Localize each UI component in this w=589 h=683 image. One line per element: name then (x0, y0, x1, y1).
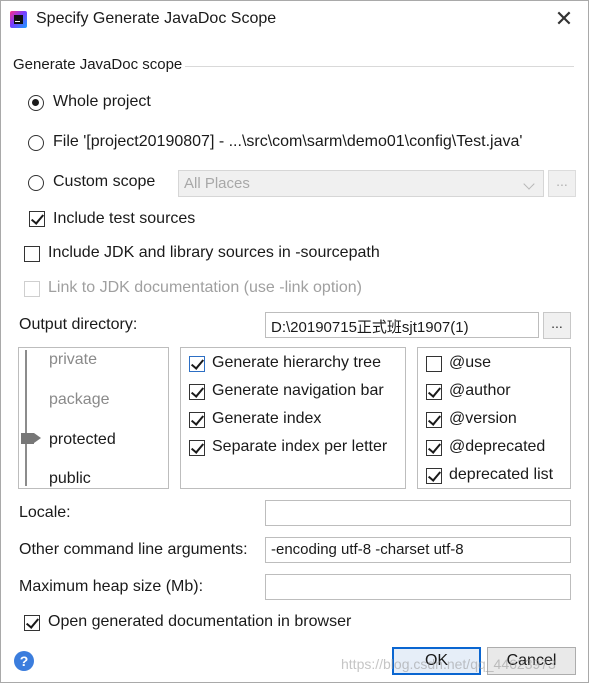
ok-button[interactable]: OK (392, 647, 481, 675)
include-jdk-label[interactable]: Include JDK and library sources in -sour… (48, 244, 380, 262)
include-jdk-checkbox[interactable] (24, 246, 40, 262)
dialog-title: Specify Generate JavaDoc Scope (36, 10, 277, 27)
javadoc-dialog: Specify Generate JavaDoc Scope ✕ Generat… (0, 0, 589, 683)
version-tag-label[interactable]: @version (449, 410, 517, 428)
deprecated-list-label[interactable]: deprecated list (449, 466, 553, 484)
hierarchy-tree-label[interactable]: Generate hierarchy tree (212, 354, 381, 372)
author-tag-label[interactable]: @author (449, 382, 511, 400)
deprecated-tag-checkbox[interactable] (426, 440, 442, 456)
file-radio[interactable] (28, 135, 44, 151)
intellij-app-icon (10, 11, 27, 28)
other-args-input[interactable]: -encoding utf-8 -charset utf-8 (265, 537, 571, 563)
other-args-label: Other command line arguments: (19, 541, 248, 558)
navigation-bar-checkbox[interactable] (189, 384, 205, 400)
include-test-sources-label[interactable]: Include test sources (53, 210, 195, 228)
custom-scope-browse-button[interactable]: ... (548, 170, 576, 197)
version-tag-checkbox[interactable] (426, 412, 442, 428)
custom-scope-dropdown[interactable]: All Places (178, 170, 544, 197)
section-divider (185, 66, 574, 67)
deprecated-tag-label[interactable]: @deprecated (449, 438, 545, 456)
custom-scope-value: All Places (184, 175, 250, 192)
deprecated-list-checkbox[interactable] (426, 468, 442, 484)
max-heap-input[interactable] (265, 574, 571, 600)
locale-input[interactable] (265, 500, 571, 526)
use-tag-label[interactable]: @use (449, 354, 491, 372)
author-tag-checkbox[interactable] (426, 384, 442, 400)
output-directory-browse-button[interactable]: ... (543, 312, 571, 339)
link-jdk-checkbox (24, 281, 40, 297)
whole-project-label[interactable]: Whole project (53, 93, 151, 111)
custom-scope-radio[interactable] (28, 175, 44, 191)
visibility-package[interactable]: package (49, 391, 110, 409)
visibility-public[interactable]: public (49, 470, 91, 488)
whole-project-radio[interactable] (28, 95, 44, 111)
use-tag-checkbox[interactable] (426, 356, 442, 372)
link-jdk-label: Link to JDK documentation (use -link opt… (48, 279, 362, 296)
generate-index-label[interactable]: Generate index (212, 410, 321, 428)
locale-label: Locale: (19, 504, 71, 521)
help-icon[interactable]: ? (14, 651, 34, 671)
visibility-slider-track[interactable] (25, 350, 27, 486)
output-directory-label: Output directory: (19, 316, 137, 334)
max-heap-label: Maximum heap size (Mb): (19, 578, 204, 595)
include-test-sources-checkbox[interactable] (29, 211, 45, 227)
scope-section-label: Generate JavaDoc scope (13, 56, 183, 73)
file-scope-label[interactable]: File '[project20190807] - ...\src\com\sa… (53, 133, 522, 151)
separate-index-checkbox[interactable] (189, 440, 205, 456)
open-in-browser-checkbox[interactable] (24, 615, 40, 631)
visibility-level-panel: private package protected public (18, 347, 169, 489)
output-directory-label-text: Output directory: (19, 316, 138, 333)
output-directory-input[interactable]: D:\20190715正式班sjt1907(1) (265, 312, 539, 338)
slider-thumb-tip (34, 433, 41, 443)
slider-thumb-body (21, 433, 34, 444)
tags-panel: @use @author @version @deprecated deprec… (417, 347, 571, 489)
chevron-down-icon (523, 178, 535, 190)
generate-options-panel: Generate hierarchy tree Generate navigat… (180, 347, 406, 489)
close-icon[interactable]: ✕ (552, 7, 576, 31)
separate-index-label[interactable]: Separate index per letter (212, 438, 387, 456)
visibility-private[interactable]: private (49, 351, 97, 369)
navigation-bar-label[interactable]: Generate navigation bar (212, 382, 384, 400)
cancel-button[interactable]: Cancel (487, 647, 576, 675)
custom-scope-label[interactable]: Custom scope (53, 173, 155, 191)
visibility-protected[interactable]: protected (49, 431, 116, 449)
generate-index-checkbox[interactable] (189, 412, 205, 428)
open-in-browser-label[interactable]: Open generated documentation in browser (48, 613, 351, 631)
title-bar: Specify Generate JavaDoc Scope ✕ (1, 1, 588, 39)
hierarchy-tree-checkbox[interactable] (189, 356, 205, 372)
